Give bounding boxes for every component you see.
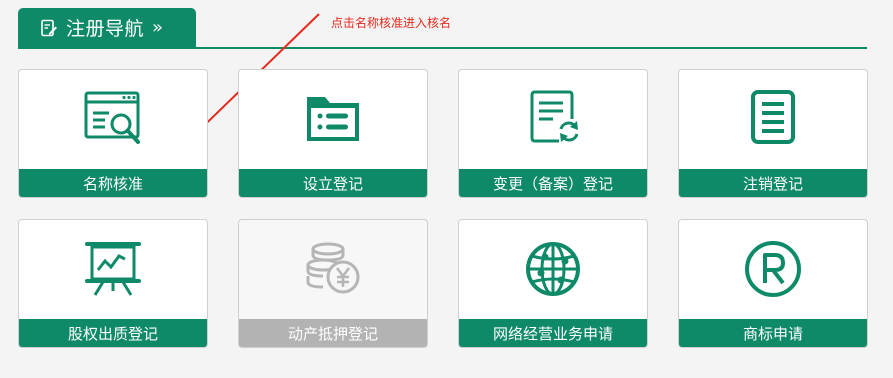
header-divider xyxy=(18,47,867,49)
registered-trademark-icon xyxy=(745,241,801,297)
card-chattel-mortgage-registration[interactable]: 动产抵押登记 xyxy=(238,219,428,348)
card-name-approval[interactable]: 名称核准 xyxy=(18,69,208,198)
page-title: 注册导航 xyxy=(66,18,145,40)
card-label: 动产抵押登记 xyxy=(239,319,427,347)
chevron-right-icon: » xyxy=(152,17,164,38)
card-change-registration[interactable]: 变更（备案）登记 xyxy=(458,69,648,198)
card-equity-pledge-registration[interactable]: 股权出质登记 xyxy=(18,219,208,348)
card-trademark-application[interactable]: 商标申请 xyxy=(678,219,868,348)
card-establishment-registration[interactable]: 设立登记 xyxy=(238,69,428,198)
folder-list-icon xyxy=(307,97,359,141)
card-label: 注销登记 xyxy=(679,169,867,197)
card-label: 网络经营业务申请 xyxy=(459,319,647,347)
coins-yen-icon xyxy=(306,242,360,294)
registration-nav-tab: 注册导航 » xyxy=(18,8,196,47)
card-label: 名称核准 xyxy=(19,169,207,197)
card-label: 变更（备案）登记 xyxy=(459,169,647,197)
globe-network-icon xyxy=(526,242,580,296)
annotation-text: 点击名称核准进入核名 xyxy=(331,16,452,30)
search-document-icon xyxy=(84,91,140,144)
document-lines-icon xyxy=(751,90,795,144)
presentation-chart-icon xyxy=(85,242,141,296)
card-label: 股权出质登记 xyxy=(19,319,207,347)
card-cancellation-registration[interactable]: 注销登记 xyxy=(678,69,868,198)
card-label: 设立登记 xyxy=(239,169,427,197)
edit-document-icon xyxy=(40,19,58,37)
document-refresh-icon xyxy=(530,90,579,143)
card-online-business-application[interactable]: 网络经营业务申请 xyxy=(458,219,648,348)
card-label: 商标申请 xyxy=(679,319,867,347)
